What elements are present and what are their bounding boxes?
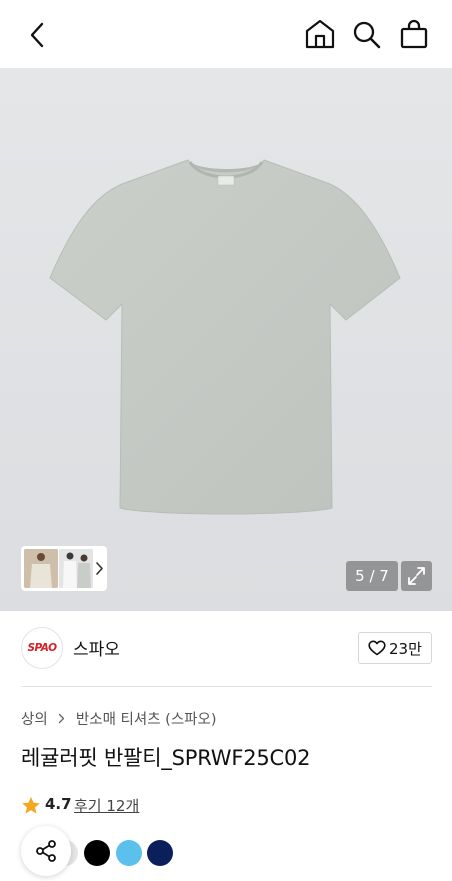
like-button[interactable]: 23만 bbox=[358, 632, 432, 664]
image-counter: 5 / 7 bbox=[346, 561, 398, 591]
breadcrumb-subcategory[interactable]: 반소매 티셔츠 (스파오) bbox=[76, 708, 217, 729]
review-link[interactable]: 후기 12개 bbox=[74, 795, 139, 816]
shopping-bag-icon[interactable] bbox=[399, 19, 429, 49]
divider bbox=[21, 686, 432, 687]
color-swatch-black[interactable] bbox=[84, 840, 110, 866]
color-swatch-sky-blue[interactable] bbox=[116, 840, 142, 866]
expand-button[interactable] bbox=[401, 561, 432, 591]
chevron-right-icon bbox=[59, 713, 65, 724]
home-icon[interactable] bbox=[304, 19, 336, 49]
like-count: 23만 bbox=[389, 640, 422, 658]
color-swatch-navy[interactable] bbox=[147, 840, 173, 866]
share-icon bbox=[36, 840, 56, 862]
brand-logo[interactable]: SPAO bbox=[21, 627, 63, 669]
top-bar bbox=[0, 0, 452, 68]
rating-value: 4.7 bbox=[45, 795, 72, 813]
chevron-right-icon[interactable] bbox=[95, 561, 104, 576]
back-icon[interactable] bbox=[28, 22, 48, 48]
breadcrumb-category[interactable]: 상의 bbox=[21, 708, 48, 729]
expand-icon bbox=[408, 567, 425, 585]
star-icon bbox=[22, 797, 40, 814]
product-title: 레귤러핏 반팔티_SPRWF25C02 bbox=[21, 746, 311, 770]
thumbnail-strip[interactable] bbox=[21, 546, 107, 591]
thumbnail-1[interactable] bbox=[24, 549, 58, 588]
thumbnail-2[interactable] bbox=[59, 549, 93, 588]
search-icon[interactable] bbox=[352, 20, 382, 50]
brand-row: SPAO 스파오 23만 bbox=[0, 611, 452, 687]
product-image[interactable] bbox=[0, 68, 452, 611]
share-button[interactable] bbox=[21, 826, 71, 876]
brand-name[interactable]: 스파오 bbox=[73, 635, 120, 660]
heart-icon bbox=[368, 640, 386, 656]
breadcrumb: 상의 반소매 티셔츠 (스파오) bbox=[21, 708, 217, 729]
t-shirt-image bbox=[0, 68, 452, 611]
